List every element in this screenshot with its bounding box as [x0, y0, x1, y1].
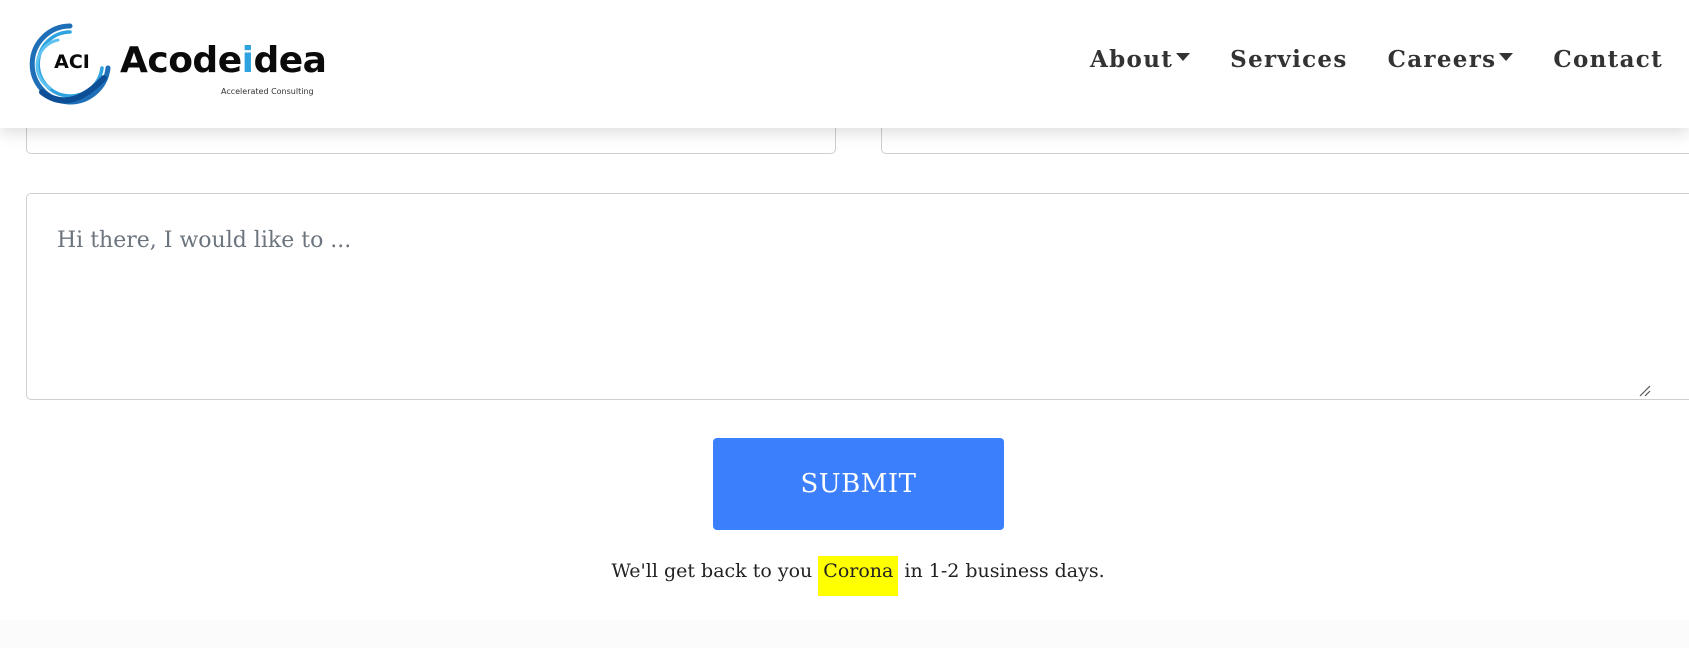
nav-item-services[interactable]: Services: [1230, 46, 1347, 73]
brand-logo[interactable]: ACI Acodeidea Accelerated Consulting: [28, 22, 328, 108]
note-text-before: We'll get back to you: [611, 560, 819, 582]
submit-button[interactable]: SUBMIT: [713, 438, 1004, 530]
nav-item-label: About: [1090, 46, 1174, 73]
note-highlight: Corona: [818, 556, 899, 596]
caret-down-icon: [1499, 52, 1514, 61]
message-textarea[interactable]: Hi there, I would like to ...: [26, 193, 1689, 400]
brand-name-part2: dea: [253, 40, 327, 81]
note-text-after: in 1-2 business days.: [898, 560, 1105, 582]
brand-name-part1: Acode: [120, 40, 242, 81]
nav-item-careers[interactable]: Careers: [1388, 46, 1514, 73]
page: ACI Acodeidea Accelerated Consulting Abo…: [0, 0, 1689, 648]
brand-name: Acodeidea: [120, 40, 327, 81]
nav-item-contact[interactable]: Contact: [1553, 46, 1663, 73]
resize-grip-icon[interactable]: [1637, 383, 1651, 397]
brand-tagline: Accelerated Consulting: [221, 87, 314, 96]
nav-item-about[interactable]: About: [1090, 46, 1191, 73]
nav-menu: About Services Careers Contact: [1090, 46, 1663, 73]
message-placeholder: Hi there, I would like to ...: [57, 228, 352, 253]
footer-band: [0, 620, 1689, 648]
response-note: We'll get back to you Corona in 1-2 busi…: [0, 556, 1689, 596]
navbar: ACI Acodeidea Accelerated Consulting Abo…: [0, 0, 1689, 128]
brand-name-i: i: [241, 40, 254, 81]
nav-item-label: Services: [1230, 46, 1348, 73]
logo-mark-text: ACI: [54, 51, 90, 73]
logo-mark-icon: ACI: [29, 23, 111, 105]
caret-down-icon: [1176, 52, 1191, 61]
nav-item-label: Careers: [1387, 46, 1497, 73]
nav-item-label: Contact: [1553, 46, 1663, 73]
